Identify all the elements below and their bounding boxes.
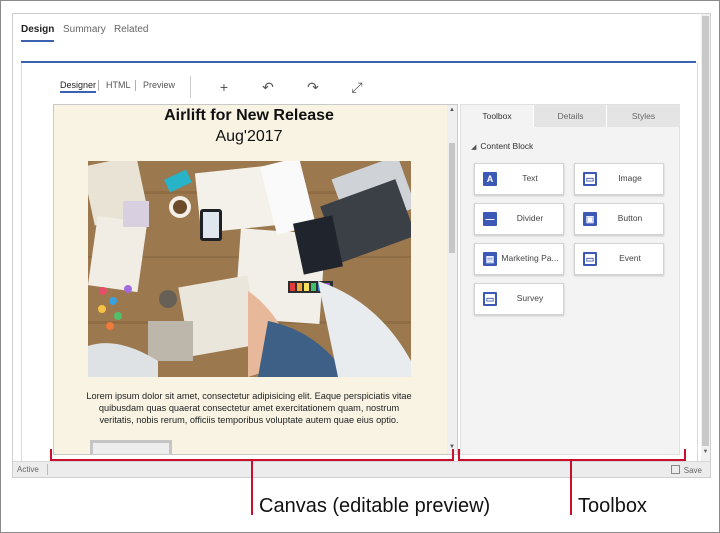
redo-icon[interactable]: ↷ <box>303 77 323 97</box>
canvas-scrollbar-thumb[interactable] <box>449 143 455 253</box>
toolbox-panel: Toolbox Details Styles ◢ Content Block A … <box>460 104 680 455</box>
block-survey[interactable]: ▭ Survey <box>474 283 564 315</box>
canvas-callout-label: Canvas (editable preview) <box>259 495 491 517</box>
marketing-page-icon: ▤ <box>483 252 497 266</box>
block-label: Button <box>617 213 643 223</box>
hero-image-illustration <box>88 161 411 377</box>
app-window: Design Summary Related ▼ Designer HTML P… <box>12 13 711 478</box>
page-scrollbar[interactable]: ▼ <box>701 14 710 461</box>
email-subtitle[interactable]: Aug'2017 <box>54 128 444 146</box>
tab-design[interactable]: Design <box>21 24 55 42</box>
section-title: Content Block <box>480 141 534 151</box>
tab-separator <box>98 80 99 91</box>
page-scrollbar-thumb[interactable] <box>702 16 709 446</box>
tab-styles[interactable]: Styles <box>606 105 680 127</box>
text-icon: A <box>483 172 497 186</box>
toolbar-separator <box>190 76 191 98</box>
event-icon: ▭ <box>583 252 597 266</box>
record-status: Active <box>17 465 39 474</box>
content-block-section-header[interactable]: ◢ Content Block <box>471 141 533 151</box>
design-canvas[interactable]: Airlift for New Release Aug'2017 Lorem i… <box>53 104 458 455</box>
block-label: Text <box>522 173 538 183</box>
tab-summary[interactable]: Summary <box>63 24 106 35</box>
tab-html[interactable]: HTML <box>106 80 131 90</box>
panel-tabs: Toolbox Details Styles <box>461 105 680 127</box>
block-divider[interactable]: — Divider <box>474 203 564 235</box>
tab-toolbox[interactable]: Toolbox <box>461 105 533 127</box>
add-icon[interactable]: + <box>214 77 234 97</box>
undo-icon[interactable]: ↶ <box>258 77 278 97</box>
expand-icon[interactable]: ⤢ <box>347 77 367 97</box>
survey-icon: ▭ <box>483 292 497 306</box>
scroll-up-icon[interactable]: ▲ <box>447 107 457 113</box>
block-label: Survey <box>516 293 544 303</box>
tab-preview[interactable]: Preview <box>143 80 175 90</box>
block-marketing-page[interactable]: ▤ Marketing Pa... <box>474 243 564 275</box>
button-icon: ▣ <box>583 212 597 226</box>
block-label: Event <box>619 253 641 263</box>
figure-frame: Design Summary Related ▼ Designer HTML P… <box>0 0 720 533</box>
block-button[interactable]: ▣ Button <box>574 203 664 235</box>
divider-icon: — <box>483 212 497 226</box>
block-label: Marketing Pa... <box>501 253 559 263</box>
tab-details[interactable]: Details <box>533 105 607 127</box>
block-text[interactable]: A Text <box>474 163 564 195</box>
hero-image[interactable] <box>88 161 411 377</box>
toolbox-callout-label: Toolbox <box>578 495 647 517</box>
canvas-scrollbar[interactable]: ▲ ▼ <box>447 105 457 454</box>
content-editor: Designer HTML Preview + ↶ ↷ ⤢ Airlift fo… <box>21 63 698 461</box>
block-label: Divider <box>516 213 544 223</box>
email-title[interactable]: Airlift for New Release <box>54 107 444 125</box>
block-image[interactable]: ▭ Image <box>574 163 664 195</box>
tab-separator <box>135 80 136 91</box>
scroll-down-icon[interactable]: ▼ <box>701 449 710 455</box>
status-separator <box>47 464 48 475</box>
collapse-triangle-icon[interactable]: ◢ <box>471 143 476 151</box>
block-label: Image <box>618 173 642 183</box>
block-event[interactable]: ▭ Event <box>574 243 664 275</box>
tab-designer[interactable]: Designer <box>60 80 97 93</box>
image-icon: ▭ <box>583 172 597 186</box>
email-body-text[interactable]: Lorem ipsum dolor sit amet, consectetur … <box>86 390 412 426</box>
tab-related[interactable]: Related <box>114 24 148 35</box>
